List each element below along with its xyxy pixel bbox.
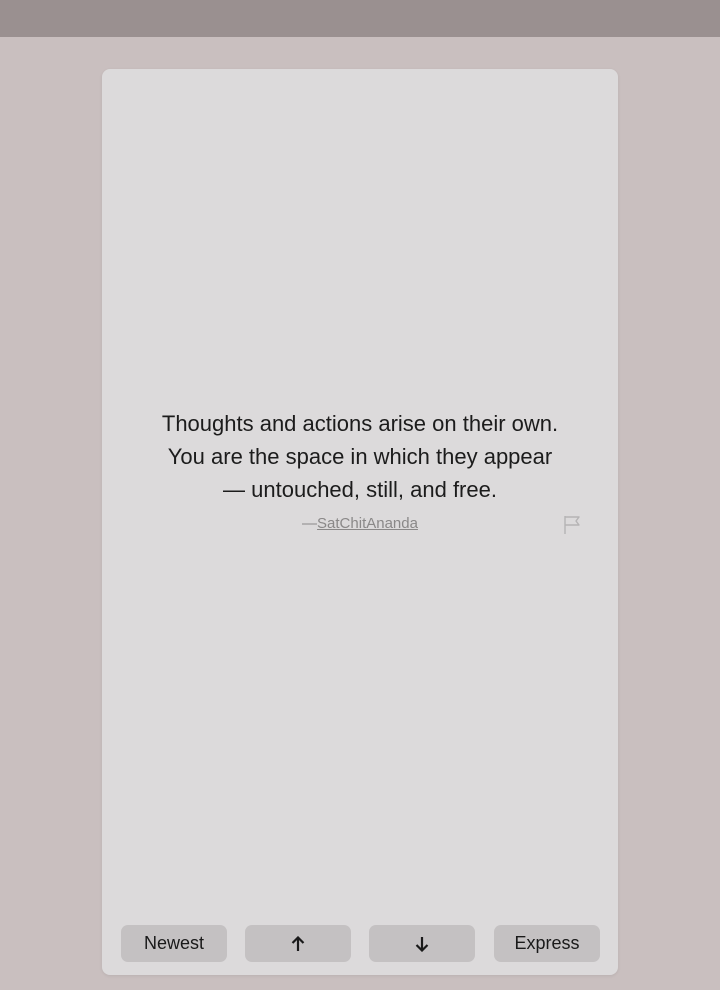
- top-bar: [0, 0, 720, 37]
- quote-text: Thoughts and actions arise on their own.…: [102, 407, 618, 506]
- arrow-up-icon: [291, 936, 305, 952]
- quote-line: — untouched, still, and free.: [223, 477, 497, 502]
- author-link[interactable]: SatChitAnanda: [317, 515, 418, 532]
- express-button[interactable]: Express: [494, 925, 600, 962]
- newest-button[interactable]: Newest: [121, 925, 227, 962]
- quote-line: Thoughts and actions arise on their own.: [161, 411, 559, 436]
- quote-card: Thoughts and actions arise on their own.…: [102, 69, 618, 975]
- arrow-down-icon: [415, 937, 429, 953]
- upvote-button[interactable]: [245, 925, 351, 962]
- flag-icon[interactable]: [563, 515, 581, 535]
- controls-bar: Newest Express: [121, 925, 601, 962]
- quote-line: You are the space in which they appear: [167, 444, 553, 469]
- downvote-button[interactable]: [369, 925, 475, 962]
- attribution: —SatChitAnanda: [102, 515, 618, 532]
- attribution-dash: —: [302, 515, 318, 532]
